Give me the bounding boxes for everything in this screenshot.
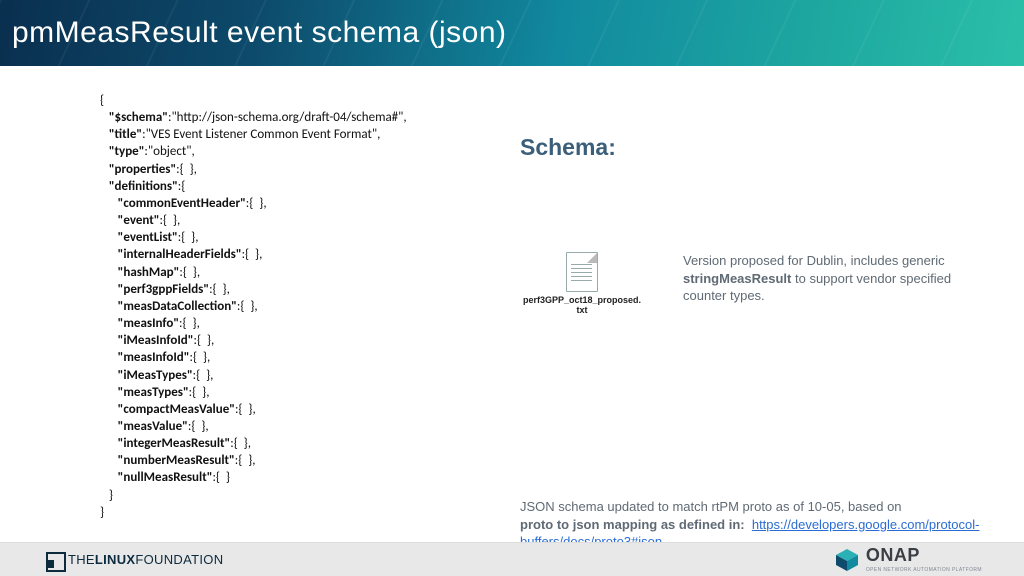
page-title: pmMeasResult event schema (json) <box>12 16 507 50</box>
lf-linux: LINUX <box>95 552 136 567</box>
lf-the: THE <box>68 552 95 567</box>
lf-mark-icon <box>46 552 62 568</box>
onap-subtext: OPEN NETWORK AUTOMATION PLATFORM <box>866 567 982 573</box>
onap-cube-icon <box>834 547 860 573</box>
desc-prefix: Version proposed for Dublin, includes ge… <box>683 253 945 268</box>
footer-bar: THELINUXFOUNDATION ONAP OPEN NETWORK AUT… <box>0 542 1024 576</box>
lf-foundation: FOUNDATION <box>135 552 223 567</box>
schema-heading: Schema: <box>520 134 616 161</box>
note-bold: proto to json mapping as defined in: <box>520 517 745 532</box>
json-schema-code: { "$schema":"http://json-schema.org/draf… <box>100 92 500 521</box>
linux-foundation-logo: THELINUXFOUNDATION <box>46 552 223 568</box>
description-text: Version proposed for Dublin, includes ge… <box>683 252 963 305</box>
onap-logo: ONAP OPEN NETWORK AUTOMATION PLATFORM <box>834 546 982 573</box>
desc-bold: stringMeasResult <box>683 271 791 286</box>
slide-content: { "$schema":"http://json-schema.org/draf… <box>0 66 1024 542</box>
onap-text: ONAP <box>866 545 920 565</box>
note-line1: JSON schema updated to match rtPM proto … <box>520 499 902 514</box>
file-name: perf3GPP_oct18_proposed.txt <box>522 296 642 316</box>
title-banner: pmMeasResult event schema (json) <box>0 0 1024 66</box>
text-file-icon <box>566 252 598 292</box>
file-attachment[interactable]: perf3GPP_oct18_proposed.txt <box>522 252 642 316</box>
